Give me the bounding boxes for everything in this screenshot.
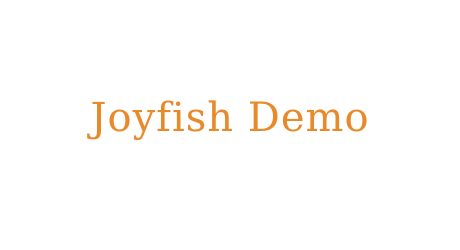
font-preview-canvas: Joyfish Demo <box>0 0 460 250</box>
font-preview-text: Joyfish Demo <box>90 95 370 141</box>
